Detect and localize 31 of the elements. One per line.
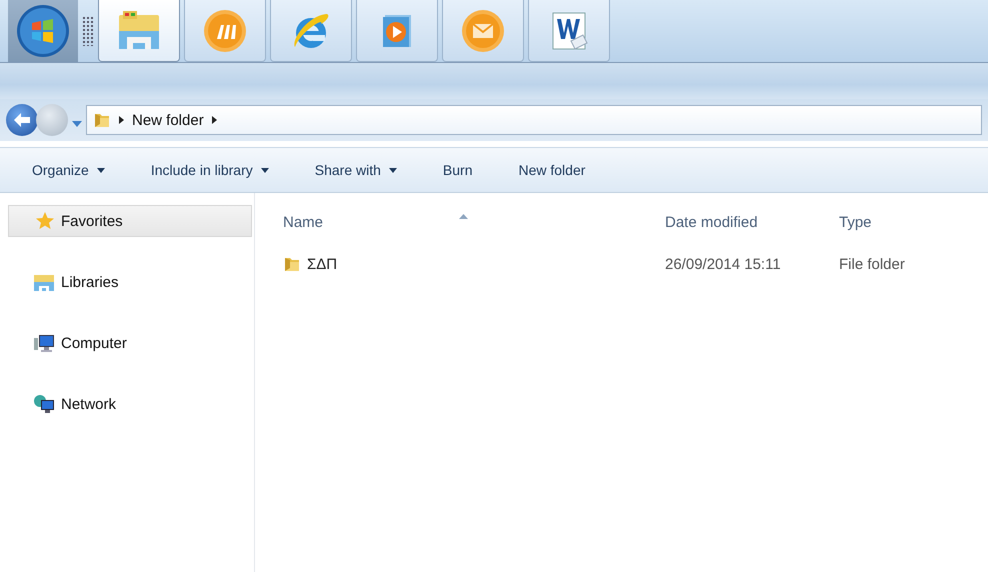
computer-icon (33, 333, 55, 353)
column-header[interactable]: Type (839, 214, 988, 230)
folder-icon (93, 111, 111, 129)
sidebar-item[interactable]: Computer (8, 327, 252, 359)
column-header[interactable]: Name (283, 214, 665, 230)
sidebar-item[interactable]: Favorites (8, 205, 252, 237)
sort-arrow-icon (459, 214, 468, 218)
sidebar-item[interactable]: Libraries (8, 266, 252, 298)
start-orb-icon[interactable] (15, 3, 71, 59)
folder-icon (283, 255, 301, 273)
address-bar[interactable]: New folder (86, 105, 982, 135)
breadcrumb-arrow-icon[interactable] (119, 116, 124, 124)
file-name[interactable]: ΣΔΠ (307, 256, 338, 272)
back-button[interactable] (6, 104, 38, 136)
toolbar-button[interactable]: Organize (20, 158, 117, 182)
breadcrumb-item[interactable]: New folder (132, 112, 204, 128)
date-modified: 26/09/2014 15:11 (665, 256, 782, 272)
star-icon (35, 211, 55, 231)
taskbar-grip[interactable] (82, 16, 94, 46)
back-arrow-icon[interactable] (14, 113, 30, 127)
toolbar-button[interactable]: New folder (506, 158, 598, 182)
toolbar-button[interactable]: Include in library (138, 158, 281, 182)
toolbar-button[interactable]: Share with (302, 158, 409, 182)
sidebar-item[interactable]: Network (8, 388, 252, 420)
toolbar-button[interactable]: Burn (430, 158, 484, 182)
file-type: File folder (839, 256, 906, 272)
library-folder-icon (33, 272, 55, 292)
breadcrumb-arrow-icon[interactable] (212, 116, 217, 124)
column-header[interactable]: Date modified (665, 214, 839, 230)
app-icon[interactable] (203, 8, 247, 52)
network-icon (33, 394, 55, 414)
